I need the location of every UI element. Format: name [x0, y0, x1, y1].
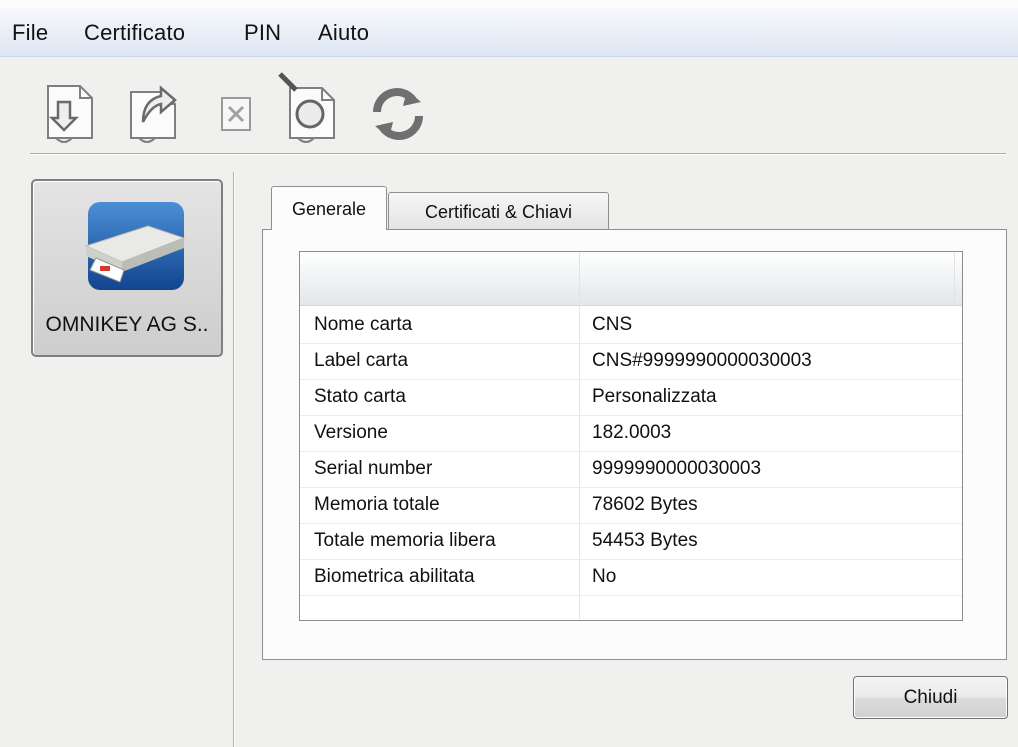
property-name: Nome carta [314, 314, 413, 335]
table-header [300, 252, 962, 306]
property-value: 54453 Bytes [592, 530, 698, 551]
import-certificate-icon [47, 85, 93, 143]
table-row[interactable]: Stato carta Personalizzata [300, 380, 962, 416]
property-name: Serial number [314, 458, 433, 479]
view-certificate-button[interactable] [278, 72, 348, 150]
property-value: 182.0003 [592, 422, 672, 443]
window-top-edge [0, 0, 1018, 8]
property-name: Totale memoria libera [314, 530, 496, 551]
property-value: 9999990000030003 [592, 458, 762, 479]
table-row[interactable]: Memoria totale 78602 Bytes [300, 488, 962, 524]
table-row[interactable]: Versione 182.0003 [300, 416, 962, 452]
property-value: CNS [592, 314, 633, 335]
table-row[interactable]: Nome carta CNS [300, 308, 962, 344]
table-row[interactable]: Totale memoria libera 54453 Bytes [300, 524, 962, 560]
property-value: Personalizzata [592, 386, 717, 407]
column-header-property[interactable] [300, 252, 580, 305]
delete-button[interactable] [206, 72, 276, 150]
table-row[interactable]: Biometrica abilitata No [300, 560, 962, 596]
tab-certificati-chiavi[interactable]: Certificati & Chiavi [388, 192, 609, 229]
property-name: Label carta [314, 350, 409, 371]
menu-file[interactable]: File [12, 20, 48, 46]
property-name: Biometrica abilitata [314, 566, 475, 587]
export-certificate-button[interactable] [121, 72, 191, 150]
menu-pin[interactable]: PIN [244, 20, 281, 46]
close-button[interactable]: Chiudi [853, 676, 1008, 719]
view-certificate-icon [278, 72, 335, 143]
table-row[interactable]: Label carta CNS#9999990000030003 [300, 344, 962, 380]
export-certificate-icon [130, 85, 177, 143]
property-value: 78602 Bytes [592, 494, 698, 515]
refresh-button[interactable] [363, 72, 433, 150]
table-row[interactable]: Serial number 9999990000030003 [300, 452, 962, 488]
column-header-value[interactable] [580, 252, 955, 305]
import-certificate-button[interactable] [36, 72, 106, 150]
property-name: Memoria totale [314, 494, 440, 515]
card-info-table: Nome carta CNS Label carta CNS#999999000… [299, 251, 963, 621]
toolbar-separator [30, 153, 1006, 155]
tab-generale[interactable]: Generale [271, 186, 387, 230]
smart-card-reader-icon [84, 202, 186, 290]
property-name: Stato carta [314, 386, 406, 407]
menu-bar: File Certificato PIN Aiuto [0, 8, 1018, 57]
pane-divider[interactable] [233, 172, 235, 747]
property-value: No [592, 566, 617, 587]
property-value: CNS#9999990000030003 [592, 350, 812, 371]
refresh-icon [373, 88, 423, 140]
card-reader-item[interactable]: OMNIKEY AG S.. [31, 179, 223, 357]
menu-certificato[interactable]: Certificato [84, 20, 185, 46]
card-reader-label: OMNIKEY AG S.. [45, 313, 209, 336]
delete-icon [221, 97, 251, 131]
menu-aiuto[interactable]: Aiuto [318, 20, 369, 46]
property-name: Versione [314, 422, 388, 443]
